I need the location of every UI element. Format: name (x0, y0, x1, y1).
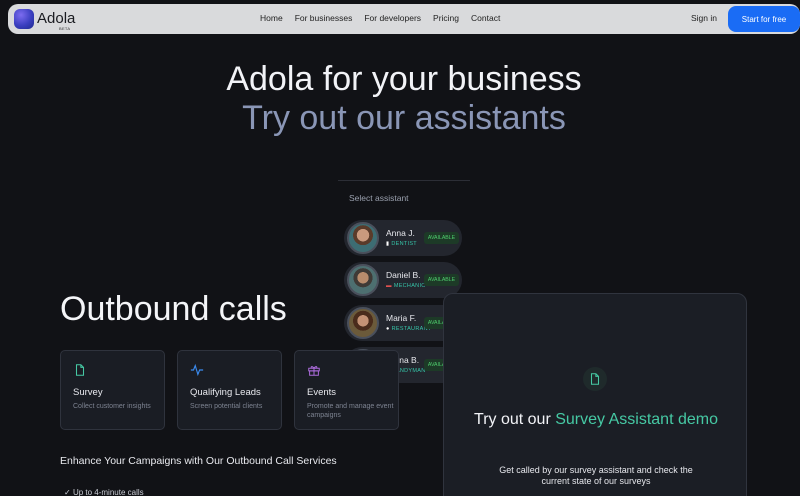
feature-bullet-text: Up to 4-minute calls (72, 488, 144, 496)
card-survey[interactable]: Survey Collect customer insights (60, 350, 165, 430)
demo-icon-wrap (583, 367, 607, 391)
food-icon: ● (386, 326, 390, 332)
outbound-title: Outbound calls (60, 290, 287, 328)
demo-panel: Try out our Survey Assistant demo Get ca… (443, 293, 747, 496)
assistant-role: ▮ DENTIST (386, 241, 417, 247)
selector-divider (338, 180, 470, 181)
car-icon: ▬ (386, 283, 392, 289)
demo-description: Get called by our survey assistant and c… (499, 465, 693, 486)
activity-icon (190, 363, 204, 377)
nav-links: Home For businesses For developers Prici… (260, 13, 500, 23)
feature-bullet: ✓ Up to 4-minute calls (64, 488, 144, 496)
logo-icon[interactable] (14, 9, 34, 29)
status-badge: AVAILABLE (424, 232, 459, 244)
avatar (347, 222, 379, 254)
card-desc: Collect customer insights (73, 403, 151, 410)
card-title: Events (307, 387, 337, 398)
assistant-name: Anna J. (386, 228, 415, 238)
nav-link-for-businesses[interactable]: For businesses (295, 13, 353, 23)
hero-title: Adola for your business (226, 60, 582, 98)
gift-icon (308, 366, 320, 376)
assistant-item-anna[interactable]: Anna J. ▮ DENTIST AVAILABLE (344, 220, 462, 256)
hero-subtitle: Try out our assistants (242, 99, 566, 137)
card-desc: Promote and manage event campaigns (307, 403, 394, 419)
document-icon (75, 364, 85, 376)
card-qualifying-leads[interactable]: Qualifying Leads Screen potential client… (177, 350, 282, 430)
assistant-role-text: DENTIST (391, 241, 417, 247)
nav-link-home[interactable]: Home (260, 13, 283, 23)
tooth-icon: ▮ (386, 241, 390, 247)
nav-link-pricing[interactable]: Pricing (433, 13, 459, 23)
select-assistant-label: Select assistant (349, 193, 409, 203)
assistant-name: Maria F. (386, 313, 417, 323)
avatar (347, 264, 379, 296)
avatar (347, 307, 379, 339)
demo-title-accent: Survey Assistant demo (555, 411, 718, 428)
nav-link-for-developers[interactable]: For developers (364, 13, 421, 23)
document-icon (590, 373, 600, 385)
demo-title: Try out our Survey Assistant demo (444, 411, 748, 429)
card-title: Survey (73, 387, 103, 398)
beta-label: BETA (59, 26, 71, 31)
assistant-item-daniel[interactable]: Daniel B. ▬ MECHANIC AVAILABLE (344, 262, 462, 298)
sign-in-link[interactable]: Sign in (691, 13, 717, 23)
start-for-free-button[interactable]: Start for free (728, 6, 800, 32)
demo-title-prefix: Try out our (474, 411, 556, 428)
assistant-name: Daniel B. (386, 270, 421, 280)
nav-link-contact[interactable]: Contact (471, 13, 500, 23)
card-title: Qualifying Leads (190, 387, 261, 398)
status-badge: AVAILABLE (424, 274, 459, 286)
enhance-heading: Enhance Your Campaigns with Our Outbound… (60, 455, 337, 467)
logo-text[interactable]: Adola (37, 10, 75, 27)
card-desc: Screen potential clients (190, 403, 263, 410)
assistant-role-text: MECHANIC (393, 283, 426, 289)
assistant-role: ▬ MECHANIC (386, 283, 426, 289)
top-navbar: Adola BETA Home For businesses For devel… (8, 4, 800, 34)
card-events[interactable]: Events Promote and manage event campaign… (294, 350, 399, 430)
